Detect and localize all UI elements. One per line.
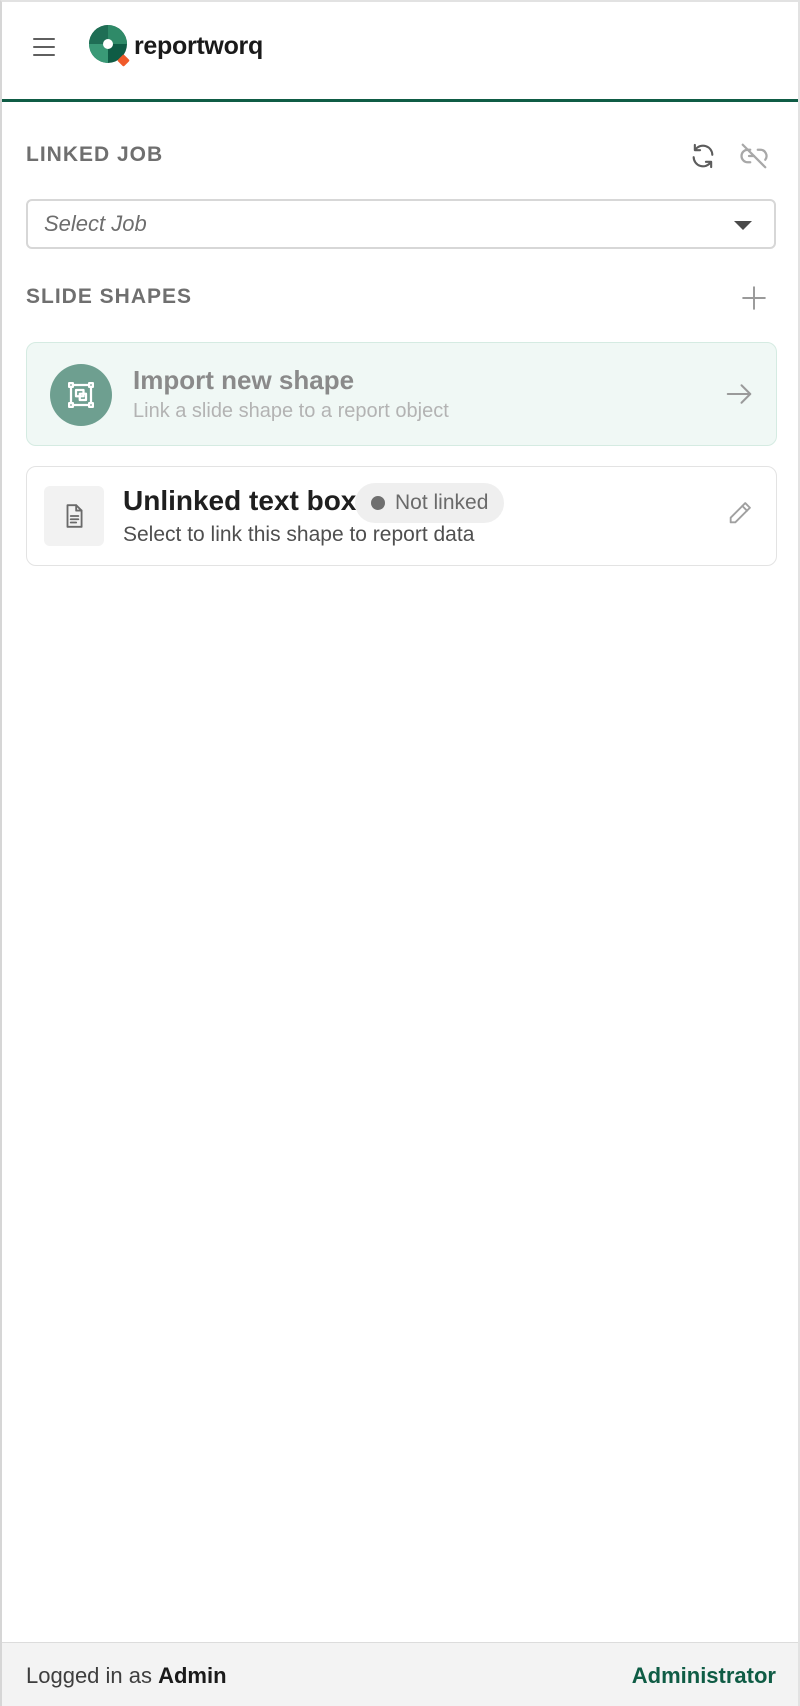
shape-title: Unlinked text box bbox=[123, 485, 357, 516]
login-prefix: Logged in as bbox=[26, 1663, 159, 1688]
job-select-placeholder: Select Job bbox=[44, 211, 147, 236]
footer: Logged in as Admin Administrator bbox=[2, 1642, 798, 1706]
import-card-title: Import new shape bbox=[133, 365, 355, 395]
plus-icon[interactable] bbox=[737, 281, 771, 315]
import-new-shape-card[interactable]: Import new shape Link a slide shape to a… bbox=[26, 342, 777, 446]
brand-name: reportworq bbox=[134, 31, 263, 60]
document-icon bbox=[44, 486, 104, 546]
login-status: Logged in as Admin bbox=[26, 1663, 227, 1689]
refresh-icon[interactable] bbox=[686, 139, 720, 173]
status-dot-icon bbox=[371, 496, 385, 510]
slide-shapes-heading: SLIDE SHAPES bbox=[26, 285, 193, 308]
user-name: Admin bbox=[158, 1663, 227, 1688]
unlink-icon[interactable] bbox=[737, 139, 771, 173]
job-select[interactable]: Select Job bbox=[26, 199, 776, 249]
shape-select-icon bbox=[50, 364, 112, 426]
shape-list-item[interactable]: Unlinked text box Not linked Select to l… bbox=[26, 466, 777, 566]
chevron-down-icon bbox=[734, 221, 752, 230]
taskpane: reportworq LINKED JOB Select Job SLIDE S… bbox=[0, 0, 800, 1706]
shape-subtitle: Select to link this shape to report data bbox=[123, 523, 475, 546]
hamburger-icon[interactable] bbox=[32, 36, 56, 58]
pencil-icon[interactable] bbox=[726, 499, 754, 532]
user-role: Administrator bbox=[631, 1663, 776, 1688]
app-logo: reportworq bbox=[88, 24, 263, 68]
arrow-right-icon bbox=[724, 379, 754, 414]
logo-icon bbox=[89, 25, 130, 67]
linked-job-heading: LINKED JOB bbox=[26, 143, 164, 166]
import-card-subtitle: Link a slide shape to a report object bbox=[133, 400, 449, 422]
status-badge-label: Not linked bbox=[395, 491, 489, 514]
status-badge: Not linked bbox=[355, 483, 505, 523]
header: reportworq bbox=[2, 2, 798, 102]
